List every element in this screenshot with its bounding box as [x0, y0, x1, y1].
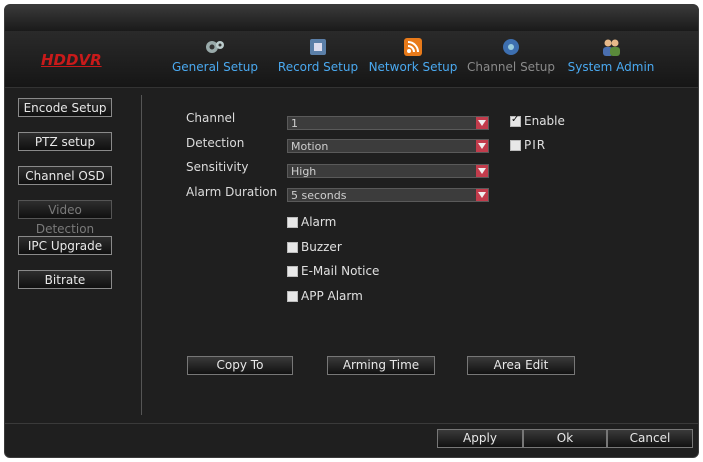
checkbox-box	[510, 114, 521, 127]
tab-general-setup[interactable]: General Setup	[171, 37, 259, 74]
detection-select[interactable]: Motion	[287, 139, 489, 153]
checkbox-box	[287, 290, 298, 302]
tab-system-admin[interactable]: System Admin	[565, 37, 657, 74]
users-icon	[603, 39, 620, 56]
alarm-duration-label: Alarm Duration	[186, 185, 278, 199]
pir-checkbox[interactable]: PIR	[510, 138, 546, 152]
sensitivity-label: Sensitivity	[186, 160, 249, 174]
alarm-checkbox[interactable]: Alarm	[287, 215, 336, 229]
alarm-duration-select[interactable]: 5 seconds	[287, 188, 489, 202]
film-icon	[310, 39, 326, 55]
tab-network-setup[interactable]: Network Setup	[367, 37, 459, 74]
sensitivity-select[interactable]: High	[287, 164, 489, 178]
header-bar: HDDVR General Setup Record Setup Network…	[5, 31, 698, 88]
sidebar: Encode Setup PTZ setup Channel OSD Video…	[5, 89, 139, 419]
tab-label: Channel Setup	[466, 60, 555, 74]
footer-divider	[5, 423, 698, 424]
checkbox-box	[510, 139, 521, 151]
cancel-button[interactable]: Cancel	[607, 429, 693, 448]
brand-logo: HDDVR	[41, 51, 102, 69]
alarm-duration-value: 5 seconds	[291, 189, 347, 202]
tab-label: General Setup	[171, 60, 259, 74]
enable-checkbox[interactable]: Enable	[510, 114, 565, 128]
alarm-label: Alarm	[301, 215, 337, 229]
channel-value: 1	[291, 117, 298, 130]
sidebar-item-bitrate[interactable]: Bitrate	[18, 270, 112, 289]
apply-button[interactable]: Apply	[437, 429, 523, 448]
checkbox-box	[287, 241, 298, 253]
title-bar	[5, 5, 698, 31]
sensitivity-value: High	[291, 165, 317, 178]
checkbox-box	[287, 216, 298, 228]
detection-value: Motion	[291, 140, 329, 153]
ok-button[interactable]: Ok	[523, 429, 607, 448]
sidebar-item-video-detection[interactable]: Video Detection	[18, 200, 112, 236]
sidebar-divider	[141, 95, 142, 415]
chevron-down-icon	[476, 189, 488, 201]
sidebar-item-ptz-setup[interactable]: PTZ setup	[18, 132, 112, 151]
dvr-window: HDDVR General Setup Record Setup Network…	[4, 4, 699, 458]
tab-record-setup[interactable]: Record Setup	[275, 37, 361, 74]
wifi-icon	[404, 38, 422, 56]
app-alarm-label: APP Alarm	[301, 289, 363, 303]
tab-channel-setup[interactable]: Channel Setup	[465, 37, 557, 74]
buzzer-checkbox[interactable]: Buzzer	[287, 240, 342, 254]
checkbox-box	[287, 265, 298, 277]
email-notice-label: E-Mail Notice	[301, 264, 380, 278]
tab-label: Network Setup	[368, 60, 458, 74]
chevron-down-icon	[476, 117, 488, 129]
camera-icon	[503, 39, 519, 55]
arming-time-button[interactable]: Arming Time	[327, 356, 435, 375]
pir-label: PIR	[524, 138, 547, 152]
app-alarm-checkbox[interactable]: APP Alarm	[287, 289, 363, 303]
area-edit-button[interactable]: Area Edit	[467, 356, 575, 375]
channel-label: Channel	[186, 111, 236, 125]
chevron-down-icon	[476, 140, 488, 152]
copy-to-button[interactable]: Copy To	[187, 356, 293, 375]
buzzer-label: Buzzer	[301, 240, 342, 254]
tab-label: Record Setup	[277, 60, 359, 74]
gears-icon	[206, 41, 224, 53]
chevron-down-icon	[476, 165, 488, 177]
enable-label: Enable	[524, 114, 565, 128]
sidebar-item-channel-osd[interactable]: Channel OSD	[18, 166, 112, 185]
sidebar-item-ipc-upgrade[interactable]: IPC Upgrade	[18, 236, 112, 255]
tab-label: System Admin	[567, 60, 655, 74]
sidebar-item-encode-setup[interactable]: Encode Setup	[18, 98, 112, 117]
channel-select[interactable]: 1	[287, 116, 489, 130]
email-notice-checkbox[interactable]: E-Mail Notice	[287, 264, 379, 278]
detection-label: Detection	[186, 136, 245, 150]
